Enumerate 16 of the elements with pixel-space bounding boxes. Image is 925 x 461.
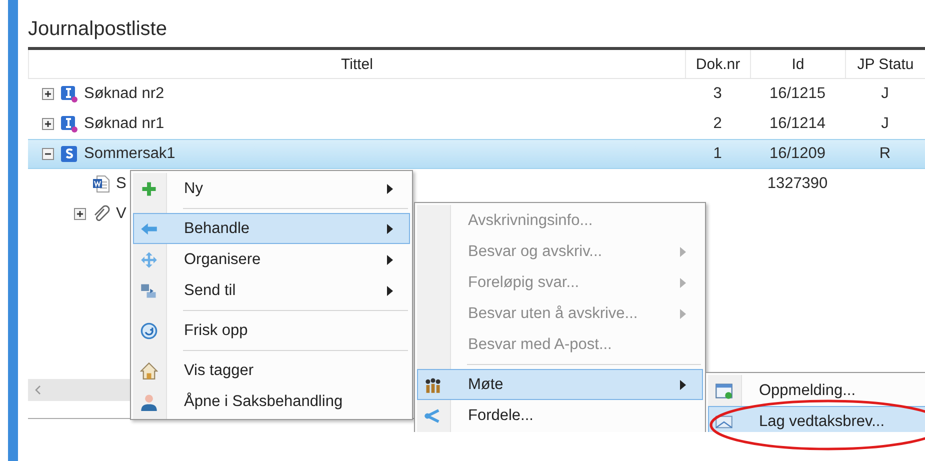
table-cell: 1	[713, 145, 722, 163]
table-cell: 1327390	[767, 175, 828, 193]
table-cell: R	[879, 145, 891, 163]
row-title: S	[116, 175, 126, 193]
table-cell: 3	[713, 85, 722, 103]
table-cell: 16/1209	[769, 145, 826, 163]
panel-title: Journalpostliste	[28, 17, 167, 42]
row-title: Søknad nr1	[84, 115, 164, 133]
row-title: Sommersak1	[84, 145, 176, 163]
row-title: V	[116, 205, 126, 223]
table-cell: J	[881, 115, 889, 133]
table-cell: 16/1215	[769, 85, 826, 103]
table-cell: J	[881, 85, 889, 103]
table-cell: 16/1214	[769, 115, 826, 133]
table-cell: 2	[713, 115, 722, 133]
row-title: Søknad nr2	[84, 85, 164, 103]
